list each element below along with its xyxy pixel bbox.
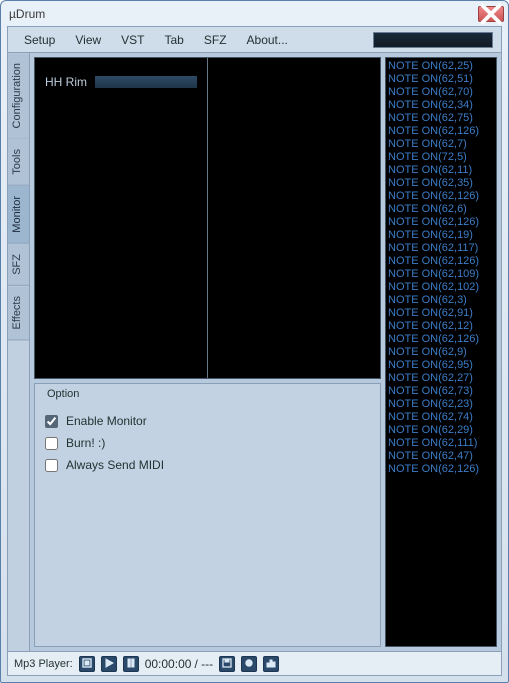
checkbox-always-send-midi[interactable] (45, 459, 58, 472)
midi-event: NOTE ON(62,70) (388, 86, 494, 99)
option-burn[interactable]: Burn! :) (43, 432, 372, 454)
tab-sfz[interactable]: SFZ (8, 244, 29, 286)
menu-vst[interactable]: VST (111, 29, 154, 51)
main-area: Configuration Tools Monitor SFZ Effects … (8, 53, 501, 651)
close-button[interactable] (478, 6, 504, 22)
midi-event: NOTE ON(62,74) (388, 411, 494, 424)
midi-event: NOTE ON(62,126) (388, 463, 494, 476)
titlebar[interactable]: µDrum (1, 1, 508, 26)
option-enable-monitor[interactable]: Enable Monitor (43, 410, 372, 432)
midi-event: NOTE ON(62,35) (388, 177, 494, 190)
midi-event: NOTE ON(62,25) (388, 60, 494, 73)
monitor-view: HH Rim (34, 57, 381, 379)
menu-setup[interactable]: Setup (14, 29, 65, 51)
option-group-label: Option (43, 388, 83, 400)
pause-icon (126, 657, 136, 671)
tab-tools[interactable]: Tools (8, 139, 29, 186)
record-button[interactable] (241, 656, 257, 672)
side-tabs: Configuration Tools Monitor SFZ Effects (8, 53, 30, 651)
midi-event: NOTE ON(62,7) (388, 138, 494, 151)
midi-event: NOTE ON(62,23) (388, 398, 494, 411)
midi-event: NOTE ON(62,3) (388, 294, 494, 307)
save-icon (222, 657, 232, 671)
menubar: Setup View VST Tab SFZ About... (8, 27, 501, 53)
midi-event: NOTE ON(62,111) (388, 437, 494, 450)
midi-event: NOTE ON(62,126) (388, 190, 494, 203)
menu-sfz[interactable]: SFZ (194, 29, 237, 51)
play-button[interactable] (101, 656, 117, 672)
option-always-send-midi[interactable]: Always Send MIDI (43, 454, 372, 476)
window-title: µDrum (9, 7, 478, 21)
left-column: HH Rim Option Enable Monitor (34, 57, 381, 647)
midi-event: NOTE ON(62,47) (388, 450, 494, 463)
content-panel: HH Rim Option Enable Monitor (30, 53, 501, 651)
hit-row: HH Rim (41, 74, 201, 90)
progress-slot (373, 32, 493, 48)
midi-event: NOTE ON(62,95) (388, 359, 494, 372)
midi-event: NOTE ON(62,51) (388, 73, 494, 86)
midi-event: NOTE ON(62,75) (388, 112, 494, 125)
player-time: 00:00:00 / --- (145, 657, 213, 671)
monitor-left-pane: HH Rim (35, 58, 208, 378)
client-area: Setup View VST Tab SFZ About... Configur… (7, 26, 502, 676)
midi-event: NOTE ON(62,126) (388, 333, 494, 346)
option-label: Enable Monitor (66, 414, 147, 428)
play-icon (104, 657, 114, 671)
player-label: Mp3 Player: (14, 658, 73, 670)
midi-event: NOTE ON(62,9) (388, 346, 494, 359)
midi-event: NOTE ON(62,11) (388, 164, 494, 177)
midi-event: NOTE ON(62,34) (388, 99, 494, 112)
option-group: Option Enable Monitor Burn! :) Always Se… (34, 383, 381, 647)
levels-icon (266, 657, 276, 671)
open-file-icon (82, 657, 92, 671)
menu-about[interactable]: About... (237, 29, 298, 51)
midi-event: NOTE ON(62,126) (388, 125, 494, 138)
midi-event: NOTE ON(62,27) (388, 372, 494, 385)
player-bar: Mp3 Player: 00:00:00 / --- (8, 651, 501, 675)
player-total: --- (201, 657, 213, 671)
midi-event: NOTE ON(62,29) (388, 424, 494, 437)
checkbox-enable-monitor[interactable] (45, 415, 58, 428)
midi-event: NOTE ON(62,126) (388, 255, 494, 268)
midi-event-log[interactable]: NOTE ON(62,25)NOTE ON(62,51)NOTE ON(62,7… (385, 57, 497, 647)
player-elapsed: 00:00:00 (145, 657, 192, 671)
midi-event: NOTE ON(62,91) (388, 307, 494, 320)
pause-button[interactable] (123, 656, 139, 672)
midi-event: NOTE ON(62,109) (388, 268, 494, 281)
app-window: µDrum Setup View VST Tab SFZ About... Co… (0, 0, 509, 683)
hit-label: HH Rim (41, 75, 87, 89)
midi-event: NOTE ON(62,73) (388, 385, 494, 398)
hit-level-bar (95, 76, 197, 88)
midi-event: NOTE ON(62,12) (388, 320, 494, 333)
option-label: Always Send MIDI (66, 458, 164, 472)
option-label: Burn! :) (66, 436, 105, 450)
midi-event: NOTE ON(62,19) (388, 229, 494, 242)
midi-event: NOTE ON(62,117) (388, 242, 494, 255)
tab-effects[interactable]: Effects (8, 286, 29, 340)
midi-event: NOTE ON(72,5) (388, 151, 494, 164)
midi-event: NOTE ON(62,102) (388, 281, 494, 294)
menu-tab[interactable]: Tab (155, 29, 194, 51)
menu-view[interactable]: View (65, 29, 111, 51)
checkbox-burn[interactable] (45, 437, 58, 450)
record-icon (244, 657, 254, 671)
open-file-button[interactable] (79, 656, 95, 672)
tab-monitor[interactable]: Monitor (8, 186, 29, 244)
midi-event: NOTE ON(62,6) (388, 203, 494, 216)
save-button[interactable] (219, 656, 235, 672)
tab-configuration[interactable]: Configuration (8, 53, 29, 139)
levels-button[interactable] (263, 656, 279, 672)
monitor-right-pane (208, 58, 380, 378)
midi-event: NOTE ON(62,126) (388, 216, 494, 229)
